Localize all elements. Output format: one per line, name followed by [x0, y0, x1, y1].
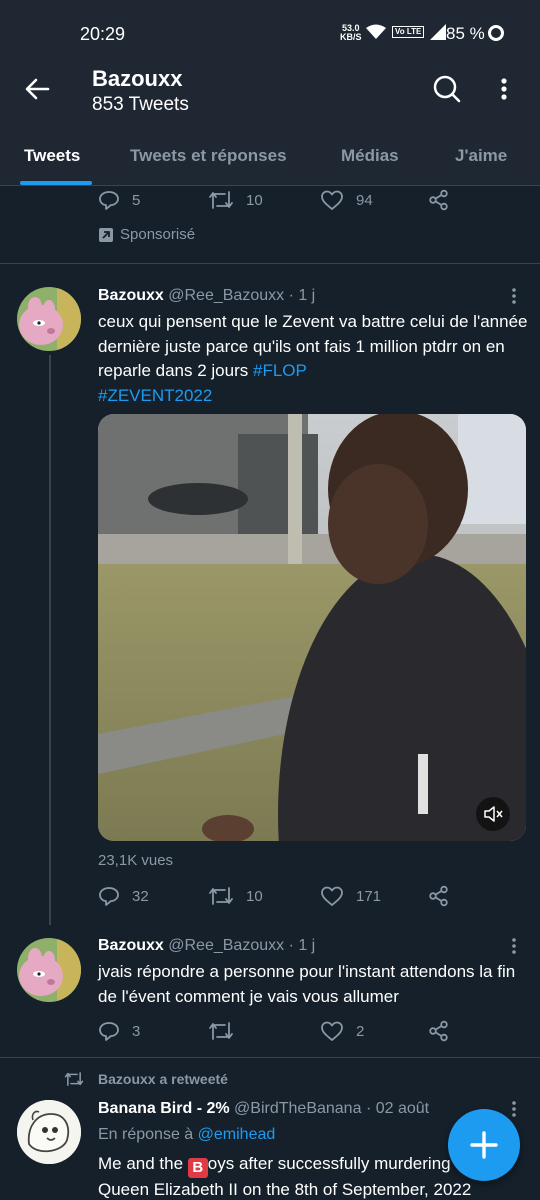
reply-context: En réponse à @emihead — [98, 1126, 276, 1143]
share-button[interactable] — [428, 1020, 450, 1042]
like-button[interactable]: 171 — [320, 885, 381, 907]
reply-button[interactable]: 3 — [98, 1020, 140, 1042]
tweet-more-icon[interactable] — [508, 286, 520, 306]
battery-icon — [488, 25, 504, 41]
retweet-icon — [209, 1022, 233, 1040]
compose-tweet-button[interactable] — [448, 1109, 520, 1181]
retweet-icon — [209, 887, 233, 905]
retweet-button[interactable] — [208, 1020, 246, 1042]
like-button[interactable]: 94 — [320, 189, 373, 211]
reply-icon — [99, 887, 119, 906]
share-icon — [429, 885, 448, 907]
author-name[interactable]: Bazouxx — [98, 937, 164, 954]
heart-icon — [321, 886, 343, 906]
volte-icon: Vo LTE — [392, 26, 425, 38]
tweet-header: Bazouxx @Ree_Bazouxx · 1 j — [98, 287, 315, 305]
b-emoji-icon: B — [187, 1158, 208, 1178]
tweet-actions: 32 10 171 — [98, 885, 478, 911]
search-icon[interactable] — [432, 74, 462, 104]
divider — [0, 1057, 540, 1058]
author-name[interactable]: Bazouxx — [98, 287, 164, 304]
reply-button[interactable]: 5 — [98, 189, 140, 211]
tab-likes[interactable]: J'aime — [455, 146, 507, 166]
volume-muted-icon — [484, 806, 503, 822]
thread-line — [49, 355, 51, 925]
heart-icon — [321, 190, 343, 210]
profile-name: Bazouxx — [92, 66, 183, 91]
author-handle: @BirdTheBanana — [234, 1100, 362, 1117]
active-tab-indicator — [20, 181, 92, 185]
retweet-icon — [64, 1072, 84, 1086]
share-icon — [429, 1020, 448, 1042]
tweet-actions: 5 10 94 — [98, 189, 478, 215]
tweet-header: Bazouxx @Ree_Bazouxx · 1 j — [98, 937, 315, 955]
like-button[interactable]: 2 — [320, 1020, 364, 1042]
mute-button[interactable] — [476, 797, 510, 831]
tweet-count: 853 Tweets — [92, 94, 189, 115]
plus-icon — [470, 1131, 498, 1159]
retweet-context: Bazouxx a retweeté — [64, 1070, 228, 1088]
promoted-icon — [99, 227, 113, 242]
status-bar: 20:29 53.0 KB/S Vo LTE 85 % — [0, 0, 540, 64]
share-button[interactable] — [428, 885, 450, 907]
author-handle: @Ree_Bazouxx — [168, 287, 285, 304]
tweet-header: Banana Bird - 2% @BirdTheBanana · 02 aoû… — [98, 1100, 429, 1118]
retweet-button[interactable]: 10 — [208, 885, 263, 907]
share-button[interactable] — [428, 189, 450, 211]
heart-icon — [321, 1021, 343, 1041]
profile-tabs: Tweets Tweets et réponses Médias J'aime — [0, 126, 540, 186]
retweet-button[interactable]: 10 — [208, 189, 263, 211]
hashtag-link[interactable]: #ZEVENT2022 — [98, 386, 212, 405]
tweet-time: · 02 août — [365, 1100, 430, 1117]
author-handle: @Ree_Bazouxx — [168, 937, 285, 954]
back-arrow-icon[interactable] — [24, 76, 50, 102]
avatar[interactable] — [17, 1100, 81, 1164]
avatar[interactable] — [17, 938, 81, 1002]
network-speed: 53.0 KB/S — [340, 23, 362, 42]
retweet-icon — [209, 191, 233, 209]
signal-icon — [430, 24, 447, 40]
tab-media[interactable]: Médias — [341, 146, 399, 166]
reply-button[interactable]: 32 — [98, 885, 149, 907]
tweet-text: ceux qui pensent que le Zevent va battre… — [98, 312, 528, 405]
more-options-icon[interactable] — [494, 74, 514, 104]
reply-icon — [99, 191, 119, 210]
status-time: 20:29 — [80, 24, 126, 44]
wifi-icon — [366, 24, 386, 39]
promoted-label: Sponsorisé — [98, 226, 195, 243]
tweet-time: · 1 j — [288, 937, 316, 954]
tweet-video[interactable] — [98, 414, 526, 841]
tweet-more-icon[interactable] — [508, 936, 520, 956]
tab-tweets-and-replies[interactable]: Tweets et réponses — [130, 146, 287, 166]
tweet-actions: 3 2 — [98, 1020, 478, 1046]
avatar[interactable] — [17, 287, 81, 351]
hashtag-link[interactable]: #FLOP — [253, 361, 307, 380]
share-icon — [429, 189, 448, 211]
battery-percentage: 85 % — [446, 24, 485, 43]
divider — [0, 263, 540, 264]
view-count: 23,1K vues — [98, 852, 174, 869]
tab-tweets[interactable]: Tweets — [24, 146, 80, 166]
tweet-text: jvais répondre a personne pour l'instant… — [98, 962, 516, 1006]
reply-icon — [99, 1022, 119, 1041]
author-name[interactable]: Banana Bird - 2% — [98, 1100, 230, 1117]
mention-link[interactable]: @emihead — [198, 1126, 276, 1143]
tweet-time: · 1 j — [288, 287, 316, 304]
profile-header: Bazouxx 853 Tweets — [0, 64, 540, 126]
